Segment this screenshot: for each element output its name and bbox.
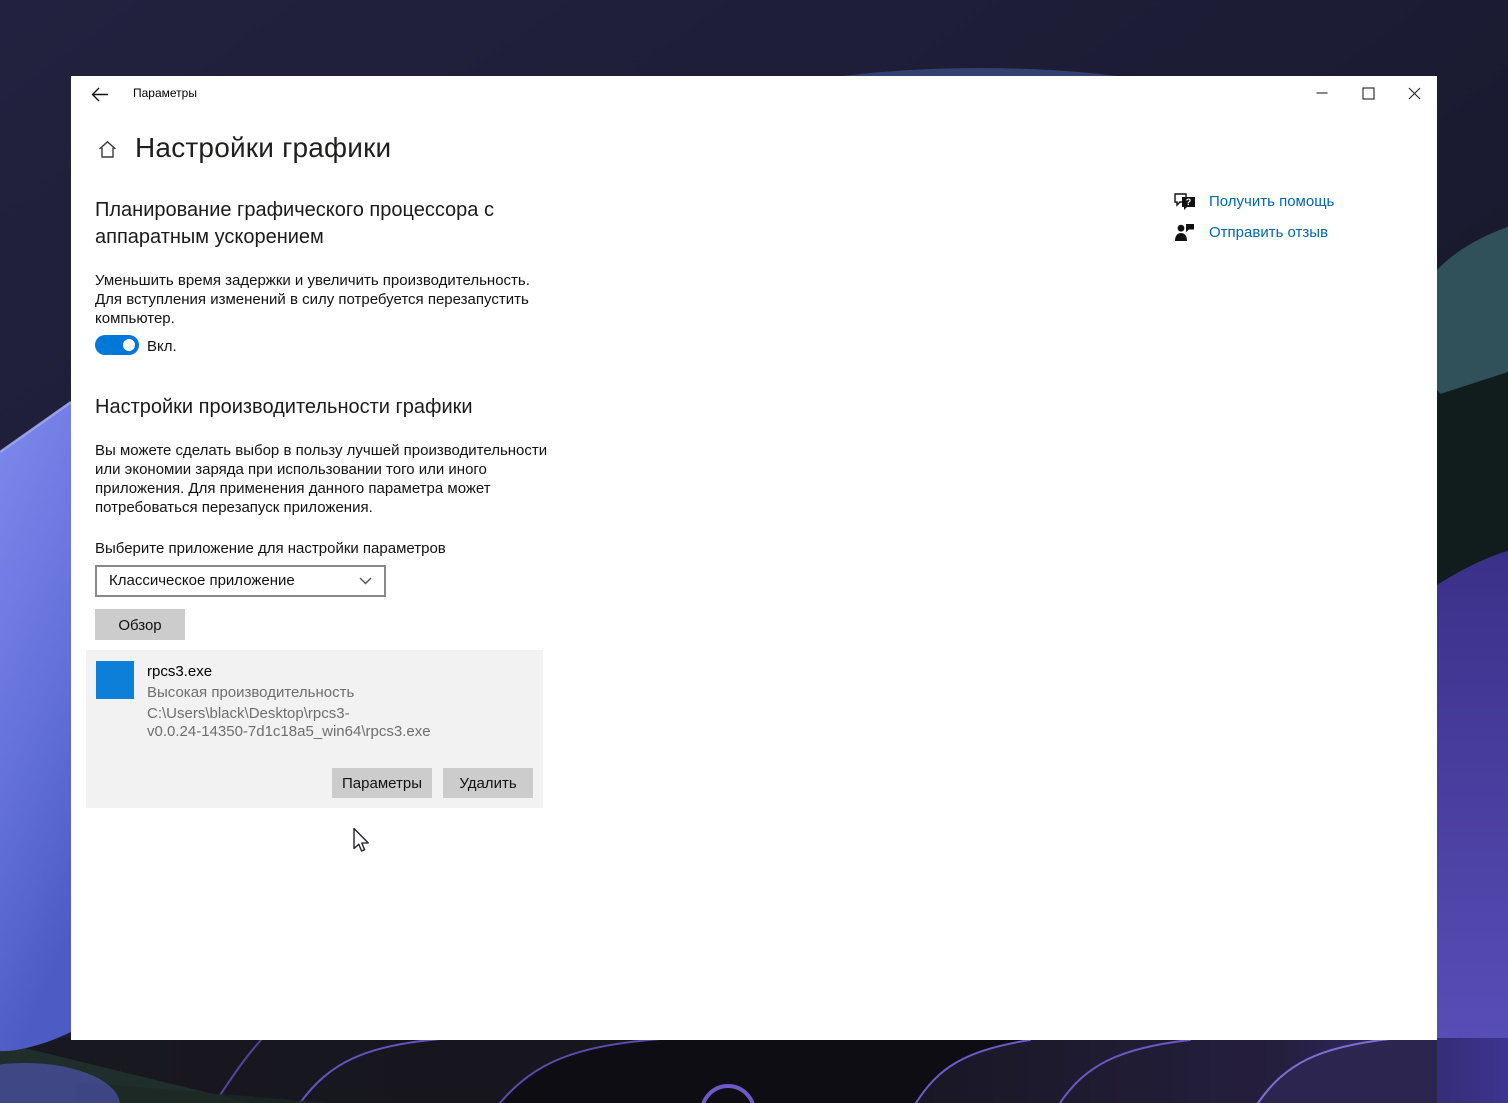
home-icon <box>99 140 116 158</box>
app-path-line1: C:\Users\black\Desktop\rpcs3- <box>147 705 350 722</box>
send-feedback-icon <box>1175 224 1194 241</box>
app-default-icon <box>96 661 134 699</box>
gpu-scheduling-toggle[interactable] <box>95 335 139 355</box>
window-title: Параметры <box>133 86 197 100</box>
svg-text:?: ? <box>1186 197 1192 207</box>
send-feedback-link[interactable]: Отправить отзыв <box>1209 224 1328 241</box>
minimize-icon <box>1316 92 1328 94</box>
app-remove-button[interactable]: Удалить <box>443 768 533 798</box>
chevron-down-icon <box>359 577 372 585</box>
toggle-state-label: Вкл. <box>147 338 177 355</box>
gpu-scheduling-description: Уменьшить время задержки и увеличить про… <box>95 272 530 327</box>
app-type-dropdown[interactable]: Классическое приложение <box>95 565 386 597</box>
maximize-icon <box>1361 86 1375 100</box>
back-button[interactable] <box>83 80 117 108</box>
app-performance-mode: Высокая производительность <box>147 684 355 701</box>
close-button[interactable] <box>1391 76 1437 110</box>
choose-app-label: Выберите приложение для настройки параме… <box>95 540 446 557</box>
performance-description: Вы можете сделать выбор в пользу лучшей … <box>95 442 548 516</box>
back-arrow-icon <box>91 87 108 101</box>
settings-window: Параметры Настройки графики ? Получить п… <box>71 76 1437 1040</box>
app-path-line2: v0.0.24-14350-7d1c18a5_win64\rpcs3.exe <box>147 723 431 740</box>
send-feedback-link-row: Отправить отзыв <box>1171 222 1431 244</box>
titlebar: Параметры <box>71 76 1437 112</box>
get-help-link[interactable]: Получить помощь <box>1209 193 1334 210</box>
performance-title: Настройки производительности графики <box>95 396 473 418</box>
minimize-button[interactable] <box>1299 76 1345 110</box>
app-options-button[interactable]: Параметры <box>332 768 432 798</box>
app-type-dropdown-value: Классическое приложение <box>109 572 295 589</box>
app-entry-card[interactable]: rpcs3.exe Высокая производительность C:\… <box>86 650 543 808</box>
get-help-icon: ? <box>1174 193 1195 210</box>
app-path: C:\Users\black\Desktop\rpcs3- v0.0.24-14… <box>147 705 447 741</box>
maximize-button[interactable] <box>1345 76 1391 110</box>
toggle-knob <box>123 339 135 351</box>
app-name: rpcs3.exe <box>147 663 213 680</box>
browse-button[interactable]: Обзор <box>95 609 185 640</box>
gpu-scheduling-title: Планирование графического процессора с а… <box>95 199 494 248</box>
mouse-cursor <box>353 827 369 852</box>
get-help-link-row: ? Получить помощь <box>1171 191 1431 213</box>
close-icon <box>1408 87 1420 99</box>
page-title: Настройки графики <box>135 132 392 163</box>
page-header: Настройки графики <box>71 132 1437 172</box>
